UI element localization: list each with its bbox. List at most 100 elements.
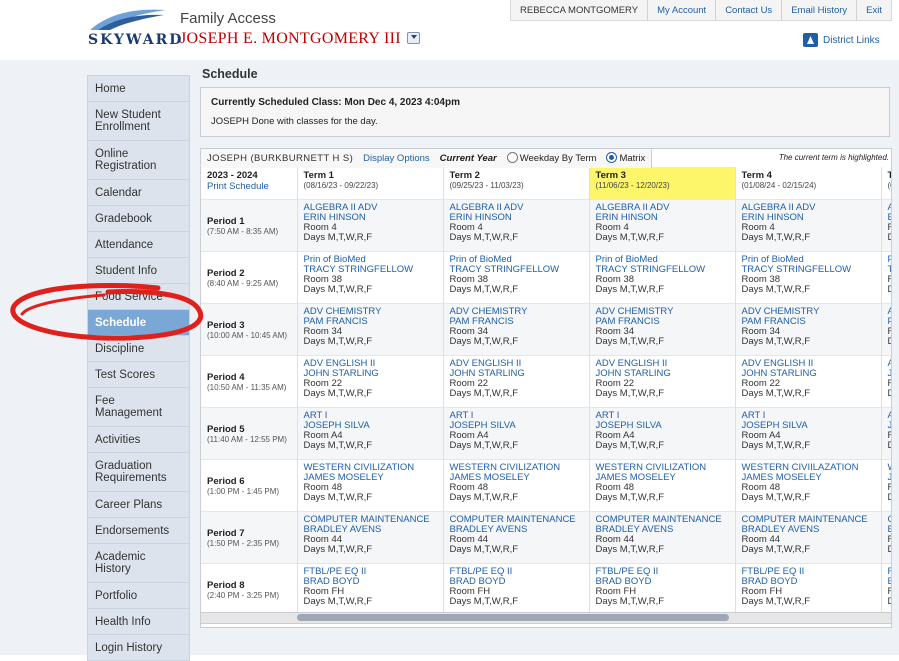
days: Days M,T,W,R,F — [741, 336, 811, 347]
district-links[interactable]: District Links — [803, 33, 880, 47]
student-name: JOSEPH E. MONTGOMERY III — [180, 30, 401, 47]
term-name: Term 4 — [741, 170, 772, 181]
email-history-link[interactable]: Email History — [782, 0, 858, 20]
chevron-down-icon[interactable] — [406, 32, 420, 45]
class-cell: ART I JOSEPH SILVA Room A4 Days M,T,W,R,F — [735, 407, 882, 460]
days: Days M,T,W,R,F — [449, 388, 519, 399]
radio-label: Weekday By Term — [519, 153, 597, 164]
logo-wing-icon — [90, 9, 166, 30]
days: Days M,T,W,R,F — [303, 388, 373, 399]
period-name: Period 2 — [207, 267, 245, 279]
days: Days M,T,W,R,F — [303, 544, 373, 555]
sidebar-item-test-scores[interactable]: Test Scores — [87, 361, 190, 387]
class-cell: ADV CHEMISTRY PAM FRANCIS Room 34 Days M,T,… — [589, 303, 736, 356]
sidebar-item-career-plans[interactable]: Career Plans — [87, 491, 190, 517]
period-cell: Period 6 (1:00 PM - 1:45 PM) — [201, 459, 298, 512]
class-cell: ADV ENGLISH II JOHN STARLING Room 22 Days M… — [735, 355, 882, 408]
sidebar-item-label: Health Info — [95, 615, 151, 628]
sidebar: Home New Student Enrollment Online Regis… — [87, 75, 190, 661]
horizontal-scrollbar[interactable] — [200, 612, 892, 624]
days: Days M,T,W,R,F — [303, 596, 373, 607]
table-row: Period 8 (2:40 PM - 3:25 PM) FTBL/PE EQ II… — [201, 563, 891, 615]
exit-link[interactable]: Exit — [857, 0, 891, 20]
my-account-link[interactable]: My Account — [648, 0, 717, 20]
class-cell: AJRD — [881, 355, 891, 408]
sidebar-item-gradebook[interactable]: Gradebook — [87, 205, 190, 231]
days: Days M,T,W,R,F — [595, 596, 665, 607]
class-cell: WESTERN CIVILIZATION JAMES MOSELEY Room 48… — [443, 459, 590, 512]
current-class-panel: Currently Scheduled Class: Mon Dec 4, 20… — [200, 87, 890, 137]
user-name: REBECCA MONTGOMERY — [511, 0, 649, 20]
days: D — [888, 337, 892, 347]
class-cell: Prin of BioMed TRACY STRINGFELLOW Room 38 D… — [443, 251, 590, 304]
sidebar-item-home[interactable]: Home — [87, 75, 190, 101]
skyward-logo: SKYWARD — [88, 6, 181, 50]
days: Days M,T,W,R,F — [303, 492, 373, 503]
period-name: Period 6 — [207, 475, 245, 487]
sidebar-item-academic-history[interactable]: Academic History — [87, 543, 190, 582]
sidebar-item-schedule[interactable]: Schedule — [87, 309, 190, 335]
days: Days M,T,W,R,F — [449, 596, 519, 607]
class-cell: FTBL/PE EQ II BRAD BOYD Room FH Days M,T,W,… — [443, 563, 590, 615]
days: Days M,T,W,R,F — [595, 284, 665, 295]
period-name: Period 8 — [207, 579, 245, 591]
class-cell: COMPUTER MAINTENANCE BRADLEY AVENS Room 44… — [297, 511, 444, 564]
sidebar-item-student-info[interactable]: Student Info — [87, 257, 190, 283]
class-cell: FTBL/PE EQ II BRAD BOYD Room FH Days M,T,W,… — [589, 563, 736, 615]
sidebar-item-label: Home — [95, 82, 126, 95]
sidebar-item-label: Student Info — [95, 264, 158, 277]
radio-matrix[interactable]: Matrix — [606, 151, 645, 164]
class-cell: FTBL/PE EQ II BRAD BOYD Room FH Days M,T,W,… — [297, 563, 444, 615]
period-time: (11:40 AM - 12:55 PM) — [207, 434, 287, 444]
sidebar-item-portfolio[interactable]: Portfolio — [87, 582, 190, 608]
print-schedule-link[interactable]: Print Schedule — [207, 181, 291, 192]
sidebar-item-endorsements[interactable]: Endorsements — [87, 517, 190, 543]
term-header: Term 1 (08/16/23 - 09/22/23) — [297, 167, 444, 200]
period-cell: Period 2 (8:40 AM - 9:25 AM) — [201, 251, 298, 304]
contact-us-link[interactable]: Contact Us — [716, 0, 783, 20]
sidebar-item-calendar[interactable]: Calendar — [87, 179, 190, 205]
sidebar-item-discipline[interactable]: Discipline — [87, 335, 190, 361]
student-selector[interactable]: JOSEPH E. MONTGOMERY III — [180, 30, 420, 48]
class-cell: ALGEBRA II ADV ERIN HINSON Room 4 Days M,T,… — [735, 199, 882, 252]
class-cell: ADV ENGLISH II JOHN STARLING Room 22 Days M… — [297, 355, 444, 408]
table-row: Period 6 (1:00 PM - 1:45 PM) WESTERN CIVIL… — [201, 459, 891, 512]
sidebar-item-label: Gradebook — [95, 212, 152, 225]
term-name: Term 2 — [449, 170, 480, 181]
days: D — [888, 285, 892, 295]
days: Days M,T,W,R,F — [449, 492, 519, 503]
sidebar-item-label: Schedule — [95, 316, 147, 329]
sidebar-item-health-info[interactable]: Health Info — [87, 608, 190, 634]
sidebar-item-food-service[interactable]: Food Service — [87, 283, 190, 309]
app-title: Family Access — [180, 10, 276, 27]
scrollbar-thumb[interactable] — [297, 614, 729, 621]
term-dates: (11/06/23 - 12/20/23) — [595, 181, 670, 190]
class-cell: ALGEBRA II ADV ERIN HINSON Room 4 Days M,T,… — [589, 199, 736, 252]
sidebar-item-new-student-enrollment[interactable]: New Student Enrollment — [87, 101, 190, 140]
sidebar-item-label: Attendance — [95, 238, 154, 251]
display-options-link[interactable]: Display Options — [363, 153, 430, 164]
sidebar-item-label: Career Plans — [95, 498, 163, 511]
sidebar-item-online-registration[interactable]: Online Registration — [87, 140, 190, 179]
main-content: Schedule Currently Scheduled Class: Mon … — [200, 64, 890, 137]
days: Days M,T,W,R,F — [449, 544, 519, 555]
class-cell: APRD — [881, 303, 892, 356]
days: Days M,T,W,R,F — [741, 492, 811, 503]
table-row: Period 4 (10:50 AM - 11:35 AM) ADV ENGLISH… — [201, 355, 891, 408]
sidebar-item-attendance[interactable]: Attendance — [87, 231, 190, 257]
period-time: (10:50 AM - 11:35 AM) — [207, 382, 287, 392]
sidebar-item-login-history[interactable]: Login History — [87, 634, 190, 661]
term-header: Te(0 — [881, 167, 891, 200]
days: Days M,T,W,R,F — [595, 492, 665, 503]
current-year-label: Current Year — [439, 153, 497, 164]
radio-weekday-by-term[interactable]: Weekday By Term — [506, 151, 597, 164]
sidebar-item-fee-management[interactable]: Fee Management — [87, 387, 190, 426]
class-cell: ADV CHEMISTRY PAM FRANCIS Room 34 Days M,T,… — [443, 303, 590, 356]
sidebar-item-graduation-requirements[interactable]: Graduation Requirements — [87, 452, 190, 491]
class-cell: Prin of BioMed TRACY STRINGFELLOW Room 38 D… — [297, 251, 444, 304]
period-time: (2:40 PM - 3:25 PM) — [207, 590, 280, 600]
sidebar-item-activities[interactable]: Activities — [87, 426, 190, 452]
table-row: Period 7 (1:50 PM - 2:35 PM) COMPUTER MAIN… — [201, 511, 891, 564]
period-name: Period 7 — [207, 527, 245, 539]
days: Days M,T,W,R,F — [449, 284, 519, 295]
